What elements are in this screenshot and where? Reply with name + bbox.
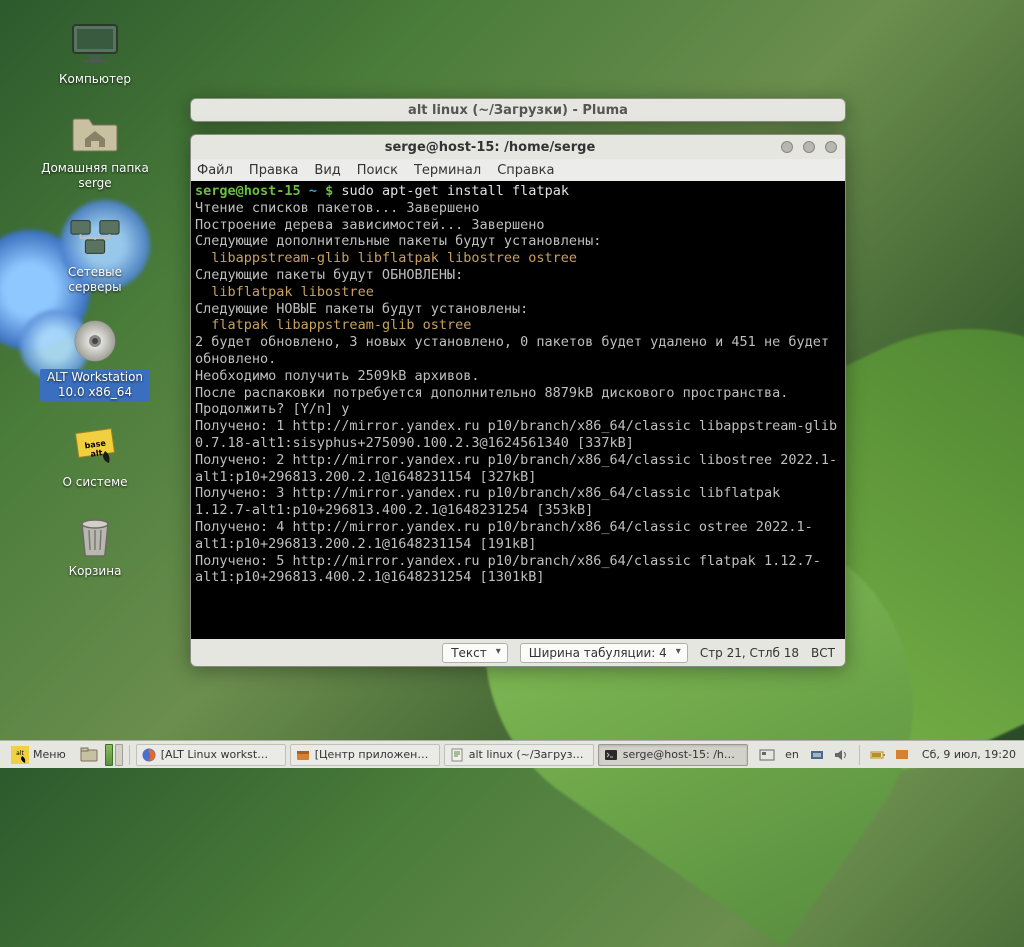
desktop-icon-label: Сетевые серверы (40, 265, 150, 295)
clock[interactable]: Сб, 9 июл, 19:20 (918, 748, 1020, 761)
task-label: alt linux (~/Загруз… (469, 748, 584, 761)
system-tray: en Сб, 9 июл, 19:20 (759, 745, 1020, 765)
separator (859, 745, 860, 765)
network-tray-icon[interactable] (809, 747, 825, 763)
show-desktop-icon[interactable] (759, 747, 775, 763)
taskbar-task-pluma[interactable]: alt linux (~/Загруз… (444, 744, 594, 766)
menu-edit[interactable]: Правка (249, 163, 298, 178)
close-button[interactable] (825, 141, 837, 153)
monitor-icon (69, 20, 121, 68)
app-center-icon (296, 748, 310, 762)
terminal-icon (604, 748, 618, 762)
start-menu-label: Меню (33, 748, 66, 761)
workspace-switcher[interactable] (105, 744, 123, 766)
taskbar-task-appcenter[interactable]: [Центр приложен… (290, 744, 440, 766)
start-menu-button[interactable]: alt Меню (4, 743, 73, 767)
alt-badge-icon: basealt (69, 423, 121, 471)
disc-icon (69, 317, 121, 365)
desktop-icon-label: Домашняя папка serge (40, 161, 150, 191)
separator (129, 745, 130, 765)
menu-help[interactable]: Справка (497, 163, 554, 178)
terminal-titlebar[interactable]: serge@host-15: /home/serge (191, 135, 845, 159)
updates-tray-icon[interactable] (894, 747, 910, 763)
task-label: serge@host-15: /h… (623, 748, 735, 761)
text-editor-icon (450, 748, 464, 762)
desktop-icon-disc[interactable]: ALT Workstation 10.0 x86_64 (40, 317, 150, 401)
desktop-icon-label: Компьютер (40, 72, 150, 87)
desktop-icon-computer[interactable]: Компьютер (40, 20, 150, 87)
menu-search[interactable]: Поиск (357, 163, 398, 178)
task-label: [ALT Linux workst… (161, 748, 268, 761)
network-servers-icon (69, 213, 121, 261)
pluma-statusbar: Текст Ширина табуляции: 4 Стр 21, Стлб 1… (190, 639, 846, 667)
taskbar-task-terminal[interactable]: serge@host-15: /h… (598, 744, 748, 766)
taskbar-task-firefox[interactable]: [ALT Linux workst… (136, 744, 286, 766)
cursor-position: Стр 21, Стлб 18 (700, 646, 799, 660)
file-manager-launcher[interactable] (77, 743, 101, 767)
desktop-icon-home[interactable]: Домашняя папка serge (40, 109, 150, 191)
desktop-icon-trash[interactable]: Корзина (40, 512, 150, 579)
pluma-window-titlebar[interactable]: alt linux (~/Загрузки) - Pluma (190, 98, 846, 122)
desktop-icon-label: Корзина (40, 564, 150, 579)
trash-icon (69, 512, 121, 560)
terminal-output[interactable]: serge@host-15 ~ $ sudo apt-get install f… (191, 181, 845, 665)
pluma-title: alt linux (~/Загрузки) - Pluma (191, 101, 845, 121)
svg-text:alt: alt (90, 448, 103, 459)
file-manager-icon (80, 746, 98, 764)
keyboard-layout-indicator[interactable]: en (783, 747, 801, 762)
desktop-icon-label: О системе (40, 475, 150, 490)
insert-mode: ВСТ (811, 646, 835, 660)
workspace-2[interactable] (115, 744, 123, 766)
desktop-icon-network[interactable]: Сетевые серверы (40, 213, 150, 295)
alt-logo-icon: alt (11, 746, 29, 764)
menu-terminal[interactable]: Терминал (414, 163, 481, 178)
battery-tray-icon[interactable] (870, 747, 886, 763)
menu-view[interactable]: Вид (314, 163, 340, 178)
desktop-icon-label: ALT Workstation 10.0 x86_64 (40, 369, 150, 401)
desktop-icons: Компьютер Домашняя папка serge Сетевые с… (40, 20, 180, 601)
firefox-icon (142, 748, 156, 762)
workspace-1[interactable] (105, 744, 113, 766)
terminal-menubar: Файл Правка Вид Поиск Терминал Справка (191, 159, 845, 181)
taskbar: alt Меню [ALT Linux workst… [Центр прило… (0, 740, 1024, 768)
desktop-icon-about[interactable]: basealt О системе (40, 423, 150, 490)
terminal-title: serge@host-15: /home/serge (199, 140, 781, 155)
terminal-window: serge@host-15: /home/serge Файл Правка В… (190, 134, 846, 666)
menu-file[interactable]: Файл (197, 163, 233, 178)
folder-home-icon (69, 109, 121, 157)
volume-tray-icon[interactable] (833, 747, 849, 763)
maximize-button[interactable] (803, 141, 815, 153)
task-label: [Центр приложен… (315, 748, 429, 761)
syntax-mode-dropdown[interactable]: Текст (442, 643, 508, 663)
svg-text:alt: alt (16, 750, 24, 757)
minimize-button[interactable] (781, 141, 793, 153)
tab-width-dropdown[interactable]: Ширина табуляции: 4 (520, 643, 688, 663)
